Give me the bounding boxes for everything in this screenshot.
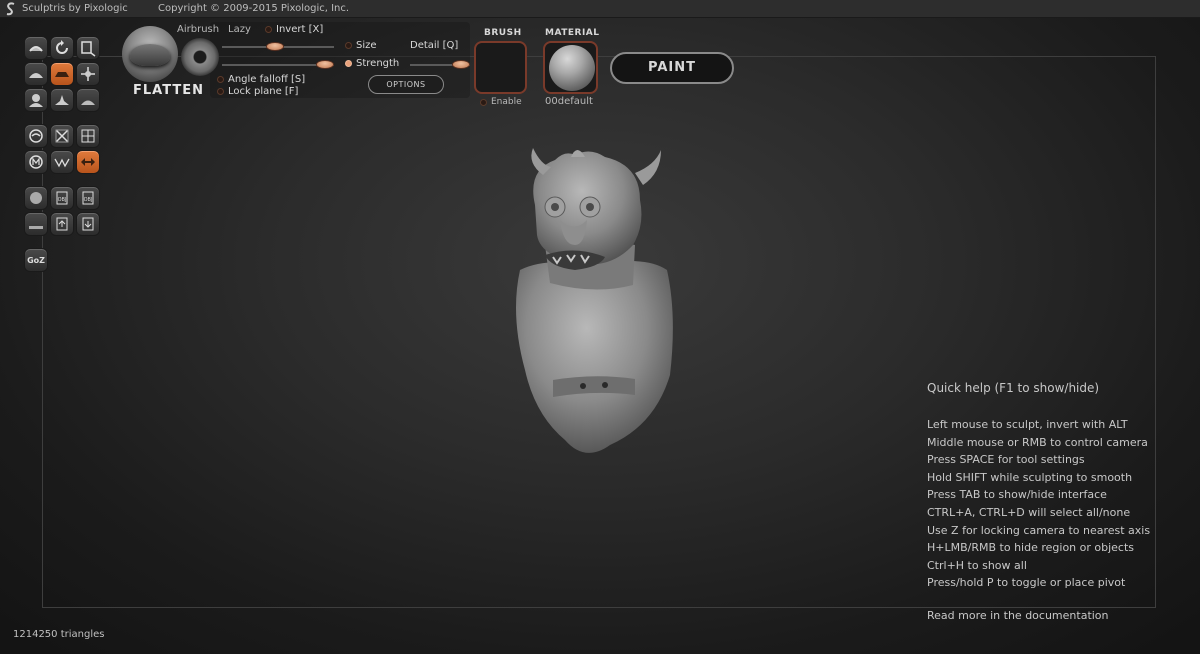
sculptris-logo-icon [6,2,15,16]
help-item: Ctrl+H to show all [927,558,1027,572]
help-item: Press SPACE for tool settings [927,453,1085,467]
documentation-link[interactable]: Read more in the documentation [927,609,1109,622]
copyright-text: Copyright © 2009-2015 Pixologic, Inc. [158,3,350,14]
material-name: 00default [545,96,593,107]
invert-label: Invert [X] [276,24,324,35]
strength-slider-knob[interactable] [316,60,334,69]
help-item: Middle mouse or RMB to control camera [927,435,1148,449]
lazy-label: Lazy [228,24,251,35]
quick-help-title: Quick help (F1 to show/hide) [927,381,1100,395]
symmetry-icon[interactable] [24,150,48,174]
crease-icon[interactable] [24,36,48,60]
tool-name: FLATTEN [133,83,205,98]
help-item: CTRL+A, CTRL+D will select all/none [927,505,1131,519]
material-title: MATERIAL [545,28,600,38]
title-bar: Sculptris by Pixologic Copyright © 2009-… [0,0,1200,18]
detail-label: Detail [Q] [410,40,459,51]
size-label: Size [356,40,377,51]
brush-title: BRUSH [484,28,522,38]
help-item: Left mouse to sculpt, invert with ALT [927,418,1128,431]
help-item: Press TAB to show/hide interface [927,488,1107,502]
lock-plane-checkbox[interactable] [217,88,224,95]
help-item: Press/hold P to toggle or place pivot [927,576,1126,590]
open-file-icon[interactable] [50,212,74,236]
strength-radio[interactable] [345,60,352,67]
grab-icon[interactable] [76,62,100,86]
strength-label: Strength [356,58,400,69]
reduce-brush-icon[interactable] [24,124,48,148]
draw-icon[interactable] [24,62,48,86]
material-sphere-preview [549,45,595,91]
airbrush-label: Airbrush [177,24,220,35]
help-item: Hold SHIFT while sculpting to smooth [927,470,1133,484]
mirror-icon[interactable] [76,150,100,174]
save-file-icon[interactable] [76,212,100,236]
wireframe-icon[interactable] [50,150,74,174]
sculpt-model[interactable] [505,145,685,465]
svg-text:OBJ: OBJ [84,197,93,203]
angle-falloff-label: Angle falloff [S] [228,74,306,85]
options-button[interactable]: OPTIONS [368,75,444,94]
lock-plane-label: Lock plane [F] [228,86,299,97]
scale-icon[interactable] [76,36,100,60]
new-sphere-icon[interactable] [24,186,48,210]
help-item: H+LMB/RMB to hide region or objects [927,541,1135,555]
svg-text:OBJ: OBJ [58,197,67,203]
airbrush-toggle[interactable] [181,38,219,76]
brush-preview[interactable] [122,26,178,82]
size-slider-knob[interactable] [266,42,284,51]
paint-button[interactable]: PAINT [610,52,734,84]
brush-enable-label: Enable [491,97,522,107]
rotate-icon[interactable] [50,36,74,60]
quick-help-list: Left mouse to sculpt, invert with ALT Mi… [927,416,1150,592]
inflate-icon[interactable] [24,88,48,112]
goz-label: GoZ [27,255,45,265]
invert-checkbox[interactable] [265,26,272,33]
pinch-icon[interactable] [50,88,74,112]
reduce-selected-icon[interactable] [50,124,74,148]
app-title: Sculptris by Pixologic [22,3,128,14]
brush-texture-slot[interactable] [474,41,527,94]
brush-enable-checkbox[interactable] [480,99,487,106]
import-obj-icon[interactable]: OBJ [50,186,74,210]
angle-falloff-checkbox[interactable] [217,76,224,83]
flatten-icon[interactable] [50,62,74,86]
new-plane-icon[interactable] [24,212,48,236]
help-item: Use Z for locking camera to nearest axis [927,523,1151,537]
export-obj-icon[interactable]: OBJ [76,186,100,210]
subdivide-all-icon[interactable] [76,124,100,148]
goz-icon[interactable]: GoZ [24,248,48,272]
detail-slider-knob[interactable] [452,60,470,69]
smooth-icon[interactable] [76,88,100,112]
size-radio[interactable] [345,42,352,49]
triangle-count: 1214250 triangles [13,629,105,640]
material-slot[interactable] [543,41,598,94]
